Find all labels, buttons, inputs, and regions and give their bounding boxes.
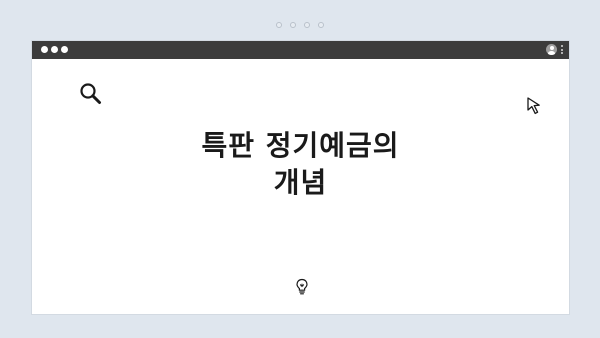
headline-line-2: 개념 [273,166,328,199]
pager-dot[interactable] [318,22,324,28]
search-icon [80,83,101,104]
headline-line-1: 특판 정기예금의 [201,129,400,162]
user-icon[interactable] [546,44,557,55]
window-controls [41,46,68,53]
lightbulb-icon [296,278,308,295]
window-control-dot[interactable] [51,46,58,53]
window-titlebar [32,41,569,59]
slide-stage: 특판 정기예금의 개념 [0,0,600,338]
browser-window: 특판 정기예금의 개념 [32,41,569,314]
pager-dot[interactable] [304,22,310,28]
pager-dots [0,22,600,32]
page-headline: 특판 정기예금의 개념 [32,127,569,201]
titlebar-actions [546,44,563,55]
kebab-menu-icon[interactable] [561,45,563,54]
cursor-icon [527,97,540,115]
pager-dot[interactable] [276,22,282,28]
window-control-dot[interactable] [41,46,48,53]
pager-dot[interactable] [290,22,296,28]
window-control-dot[interactable] [61,46,68,53]
